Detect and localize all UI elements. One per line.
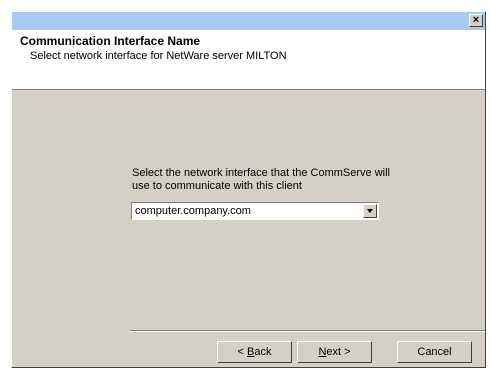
title-bar[interactable]: × [12, 12, 485, 30]
next-suffix: > [341, 345, 351, 358]
setup-dialog: × Communication Interface Name Select ne… [11, 11, 486, 368]
close-button[interactable]: × [469, 14, 483, 27]
network-interface-select[interactable]: computer.company.com [131, 202, 379, 220]
close-icon: × [472, 14, 480, 26]
page-subtitle: Select network interface for NetWare ser… [30, 50, 287, 62]
wizard-header: Communication Interface Name Select netw… [12, 30, 485, 90]
dropdown-arrow-icon[interactable] [363, 204, 377, 218]
back-prefix: < [237, 345, 247, 358]
next-label: ext [326, 345, 342, 358]
back-label: ack [254, 345, 272, 358]
cancel-button[interactable]: Cancel [397, 341, 472, 363]
button-separator [130, 330, 485, 332]
back-button[interactable]: < Back [217, 341, 292, 363]
interface-prompt: Select the network interface that the Co… [132, 167, 391, 192]
page-title: Communication Interface Name [20, 34, 201, 48]
selected-interface: computer.company.com [135, 205, 251, 217]
next-button[interactable]: Next > [297, 341, 372, 363]
